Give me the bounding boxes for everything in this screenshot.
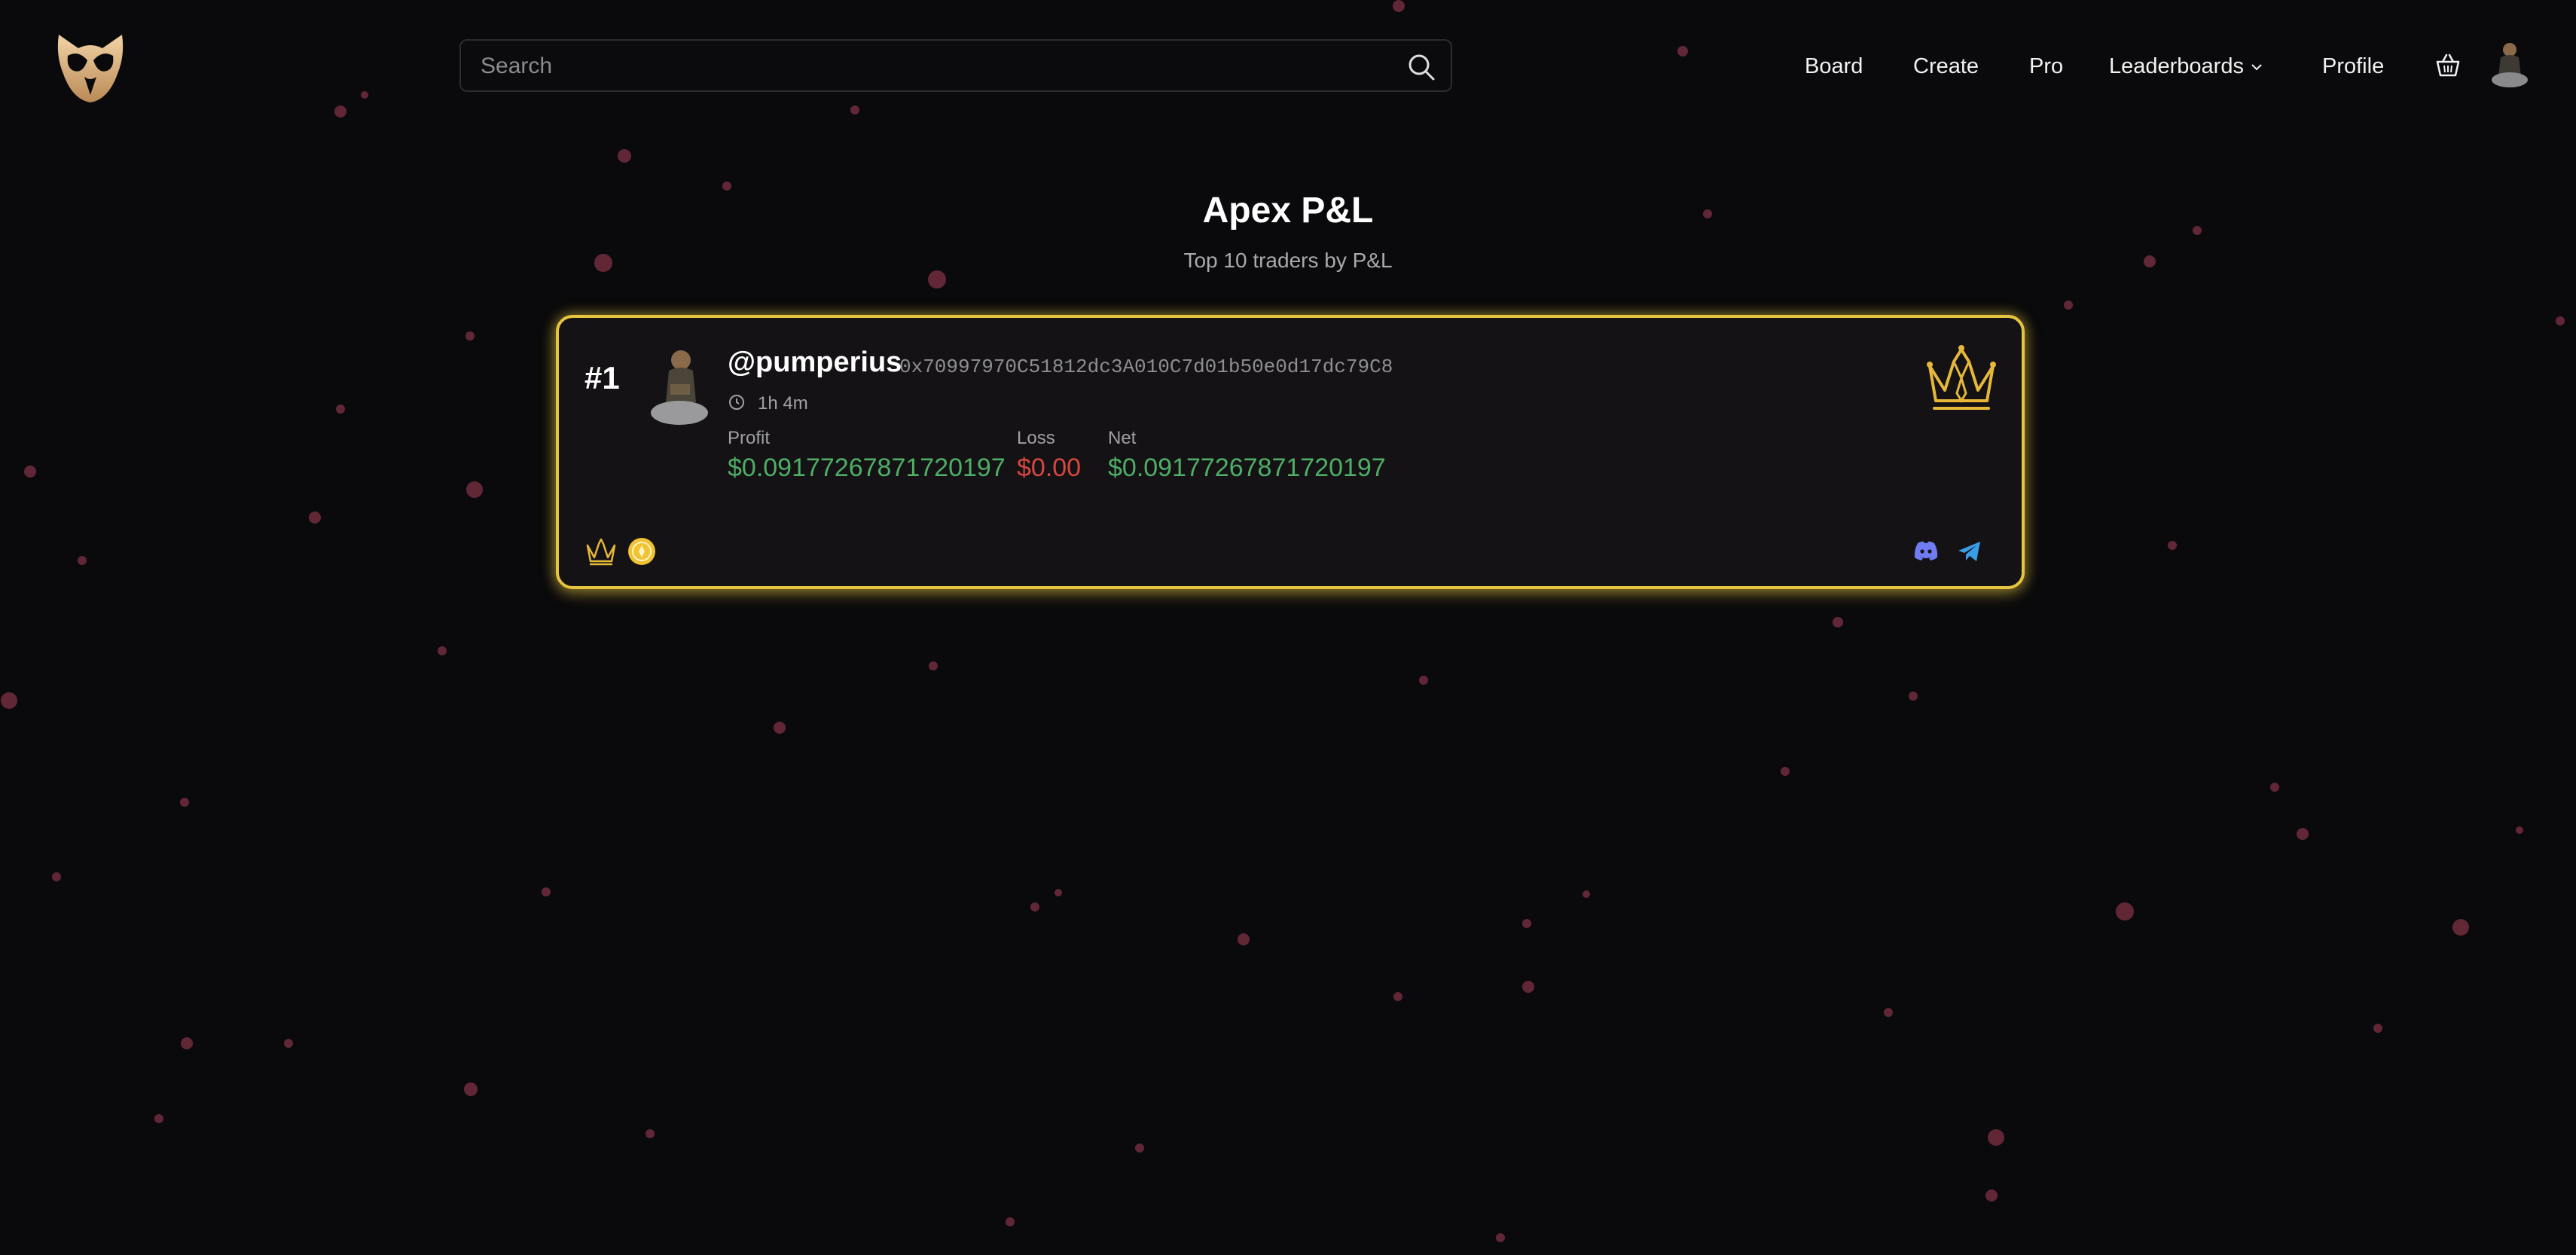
discord-icon[interactable]	[1913, 539, 1939, 562]
particle-dot	[180, 798, 189, 807]
particle-dot	[1055, 889, 1062, 896]
leaderboard-entry-card[interactable]: #1 @pumperius 0x70997970C51812dc3A010C7d…	[556, 315, 2025, 589]
particle-dot	[1583, 890, 1590, 898]
particle-dot	[284, 1039, 293, 1048]
profit-label: Profit	[728, 428, 771, 448]
particle-dot	[2452, 919, 2469, 936]
particle-dot	[1496, 1233, 1505, 1242]
particle-dot	[774, 722, 786, 734]
particle-dot	[466, 481, 483, 498]
particle-dot	[928, 270, 946, 289]
background-particles	[1, 0, 2565, 1242]
loss-label: Loss	[1017, 428, 1055, 448]
particle-dot	[438, 646, 447, 655]
particle-dot	[181, 1037, 193, 1049]
nav-leaderboards-label: Leaderboards	[2109, 54, 2244, 78]
particle-dot	[1, 692, 17, 709]
nav-create-link[interactable]: Create	[1913, 51, 1979, 81]
particle-dot	[1419, 676, 1428, 685]
particle-dot	[542, 887, 551, 896]
particle-dot	[52, 872, 61, 881]
user-avatar[interactable]	[2489, 39, 2530, 89]
particle-dot	[1393, 992, 1402, 1001]
particle-dot	[2116, 902, 2134, 921]
particle-dot	[1833, 617, 1843, 628]
page-title: Apex P&L	[1202, 191, 1374, 231]
particle-dot	[154, 1114, 163, 1123]
search-icon[interactable]	[1406, 51, 1437, 83]
nav-profile-link[interactable]: Profile	[2322, 51, 2384, 81]
particle-dot	[1985, 1189, 1998, 1202]
basket-icon[interactable]	[2434, 51, 2462, 78]
particle-dot	[1781, 767, 1790, 776]
particle-dot	[2270, 783, 2279, 792]
net-value: $0.09177267871720197	[1108, 453, 1386, 482]
particle-dot	[1030, 902, 1039, 911]
particle-dot	[1988, 1129, 2004, 1146]
particle-dot	[2373, 1024, 2382, 1033]
crown-badge-icon	[586, 538, 616, 566]
search-input[interactable]	[479, 41, 1371, 92]
particle-dot	[336, 405, 345, 414]
particle-dot	[464, 1082, 478, 1096]
nav-pro-link[interactable]: Pro	[2029, 51, 2063, 81]
wallet-address[interactable]: 0x70997970C51812dc3A010C7d01b50e0d17dc79…	[899, 356, 1393, 378]
profit-value: $0.09177267871720197	[728, 453, 1006, 482]
net-label: Net	[1108, 428, 1137, 448]
particle-dot	[78, 556, 87, 565]
particle-dot	[1522, 919, 1531, 928]
particle-dot	[2516, 826, 2523, 834]
trader-avatar[interactable]	[648, 340, 711, 428]
nav-board-link[interactable]: Board	[1805, 51, 1863, 81]
loss-value: $0.00	[1017, 453, 1082, 482]
particle-dot	[1909, 692, 1918, 701]
telegram-icon[interactable]	[1957, 539, 1982, 563]
trader-handle[interactable]: @pumperius	[728, 347, 902, 379]
particle-dot	[618, 149, 631, 163]
particle-dot	[1238, 933, 1250, 945]
particle-dot	[2064, 301, 2073, 310]
particle-dot	[2168, 541, 2177, 550]
owl-logo-icon[interactable]	[53, 30, 128, 105]
particle-dot	[646, 1129, 655, 1138]
particle-dot	[309, 511, 321, 524]
crown-icon	[1927, 345, 1996, 410]
particle-dot	[1135, 1144, 1144, 1153]
particle-dot	[1884, 1008, 1893, 1017]
clock-icon	[729, 395, 744, 410]
chevron-down-icon	[2251, 64, 2262, 71]
particle-dot	[465, 331, 475, 340]
particle-dot	[24, 466, 36, 478]
page-subtitle: Top 10 traders by P&L	[1183, 249, 1393, 272]
particle-dot	[1522, 981, 1534, 993]
nav-leaderboards-dropdown[interactable]: Leaderboards	[2109, 51, 2263, 81]
particle-dot	[2556, 316, 2565, 325]
rank-label: #1	[584, 360, 620, 395]
coin-badge-icon	[628, 538, 655, 565]
particle-dot	[1006, 1217, 1015, 1226]
particle-dot	[2297, 828, 2309, 840]
top-navbar: Board Create Pro Leaderboards Profile	[0, 0, 2576, 133]
session-duration: 1h 4m	[758, 393, 808, 414]
search-bar[interactable]	[459, 39, 1452, 92]
particle-dot	[929, 661, 938, 670]
